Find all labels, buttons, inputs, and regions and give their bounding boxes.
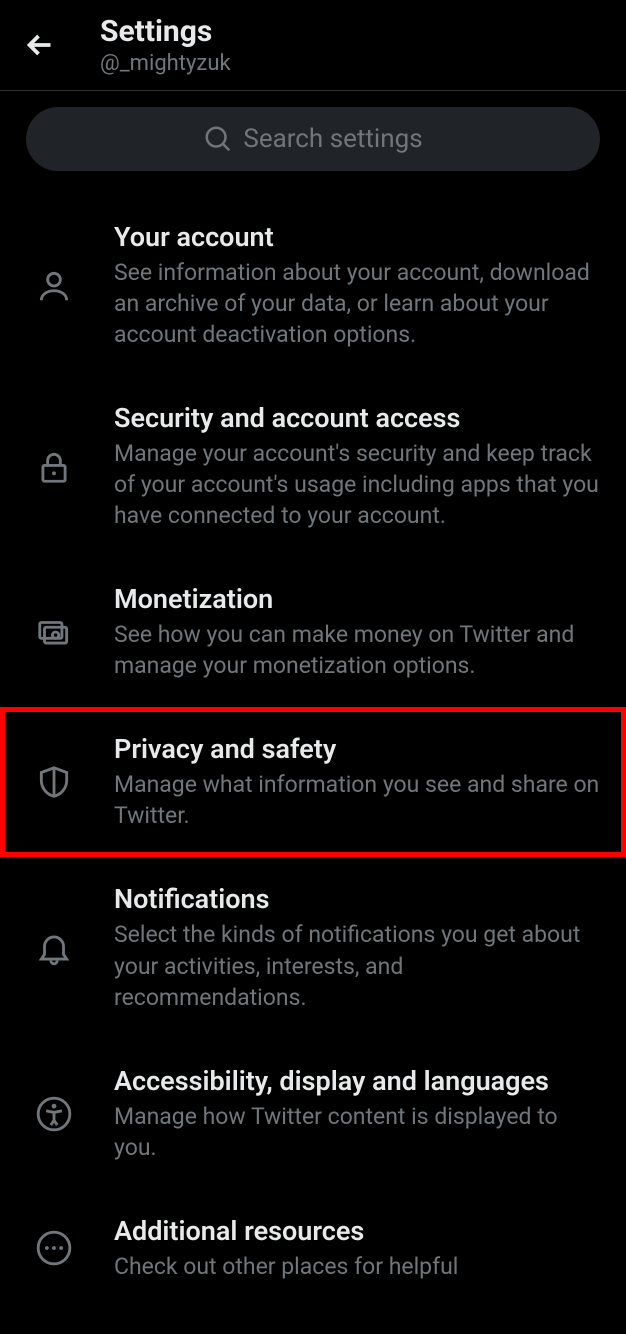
item-desc: See information about your account, down… — [114, 257, 600, 350]
item-desc: Manage what information you see and shar… — [114, 769, 600, 831]
item-desc: Check out other places for helpful — [114, 1251, 600, 1282]
settings-list: Your account See information about your … — [0, 195, 626, 1308]
search-icon — [203, 124, 233, 154]
item-text: Notifications Select the kinds of notifi… — [114, 883, 600, 1012]
arrow-left-icon — [22, 27, 58, 63]
settings-item-monetization[interactable]: Monetization See how you can make money … — [0, 557, 626, 707]
settings-item-your-account[interactable]: Your account See information about your … — [0, 195, 626, 376]
accessibility-icon — [26, 1095, 82, 1133]
person-icon — [26, 267, 82, 305]
account-handle: @_mightyzuk — [100, 51, 231, 76]
back-button[interactable] — [18, 23, 62, 67]
lock-icon — [26, 448, 82, 486]
settings-item-privacy-safety[interactable]: Privacy and safety Manage what informati… — [0, 707, 626, 857]
item-title: Privacy and safety — [114, 733, 600, 765]
item-title: Additional resources — [114, 1215, 600, 1247]
item-text: Monetization See how you can make money … — [114, 583, 600, 681]
settings-item-additional-resources[interactable]: Additional resources Check out other pla… — [0, 1189, 626, 1308]
page-title: Settings — [100, 14, 231, 49]
settings-item-notifications[interactable]: Notifications Select the kinds of notifi… — [0, 857, 626, 1038]
item-title: Accessibility, display and languages — [114, 1065, 600, 1097]
item-text: Accessibility, display and languages Man… — [114, 1065, 600, 1163]
money-icon — [26, 613, 82, 651]
item-text: Privacy and safety Manage what informati… — [114, 733, 600, 831]
search-container: Search settings — [0, 91, 626, 195]
more-icon — [26, 1229, 82, 1267]
item-text: Your account See information about your … — [114, 221, 600, 350]
shield-icon — [26, 763, 82, 801]
item-desc: Manage your account's security and keep … — [114, 438, 600, 531]
item-title: Security and account access — [114, 402, 600, 434]
item-desc: Select the kinds of notifications you ge… — [114, 919, 600, 1012]
item-title: Monetization — [114, 583, 600, 615]
search-input[interactable]: Search settings — [26, 107, 600, 171]
item-title: Notifications — [114, 883, 600, 915]
item-title: Your account — [114, 221, 600, 253]
settings-item-security[interactable]: Security and account access Manage your … — [0, 376, 626, 557]
header-text: Settings @_mightyzuk — [100, 14, 231, 76]
item-desc: Manage how Twitter content is displayed … — [114, 1101, 600, 1163]
bell-icon — [26, 929, 82, 967]
header: Settings @_mightyzuk — [0, 0, 626, 91]
item-desc: See how you can make money on Twitter an… — [114, 619, 600, 681]
item-text: Security and account access Manage your … — [114, 402, 600, 531]
settings-item-accessibility[interactable]: Accessibility, display and languages Man… — [0, 1039, 626, 1189]
item-text: Additional resources Check out other pla… — [114, 1215, 600, 1282]
search-placeholder: Search settings — [243, 124, 422, 154]
